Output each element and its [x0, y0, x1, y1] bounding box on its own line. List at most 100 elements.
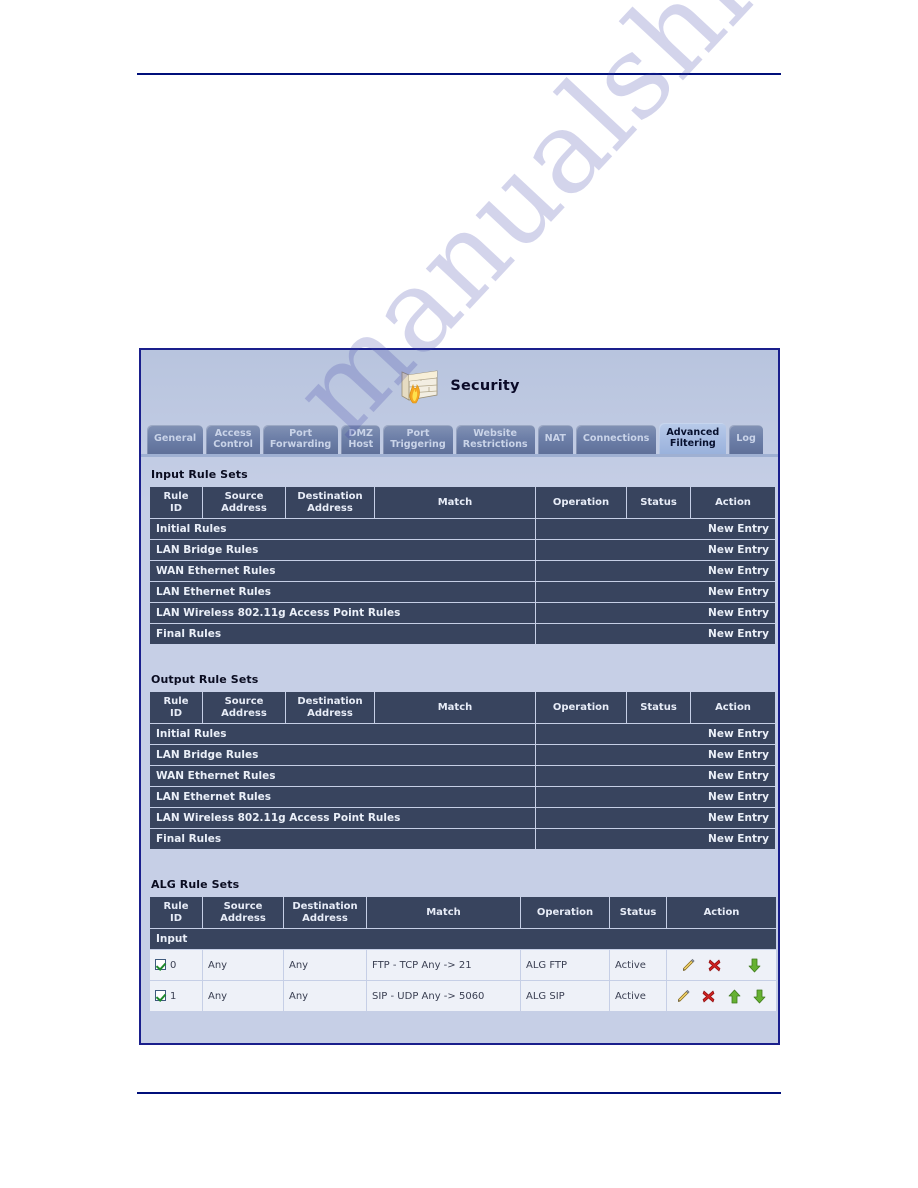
table-row: Initial Rules New Entry: [150, 519, 775, 539]
col-action: Action: [691, 692, 775, 723]
tab-nat-line1: NAT: [544, 433, 566, 445]
col-rule-id-line1: Rule: [163, 491, 189, 502]
new-entry-link[interactable]: New Entry: [536, 766, 775, 786]
rule-id-value: 0: [170, 960, 177, 971]
tab-website-restrictions[interactable]: Website Restrictions: [455, 425, 535, 454]
tab-log[interactable]: Log: [729, 425, 763, 454]
rule-set-label: LAN Wireless 802.11g Access Point Rules: [150, 808, 535, 828]
action-cell: [667, 981, 776, 1011]
new-entry-link[interactable]: New Entry: [536, 561, 775, 581]
tab-connections[interactable]: Connections: [575, 425, 657, 454]
input-rule-sets-title: Input Rule Sets: [151, 468, 248, 481]
edit-icon[interactable]: [675, 988, 692, 1005]
rule-id-cell: 0: [150, 950, 202, 980]
match-cell: SIP - UDP Any -> 5060: [367, 981, 520, 1011]
input-rule-sets-table: Rule ID Source Address Destination Addre…: [149, 486, 776, 645]
tab-connections-line1: Connections: [582, 433, 650, 445]
rule-set-label: Initial Rules: [150, 519, 535, 539]
alg-rule-sets-title: ALG Rule Sets: [151, 878, 240, 891]
rule-set-label: LAN Wireless 802.11g Access Point Rules: [150, 603, 535, 623]
tab-dmz-host-line2: Host: [348, 438, 374, 450]
tab-advanced-filtering-line1: Advanced: [666, 427, 720, 438]
table-row: LAN Wireless 802.11g Access Point Rules …: [150, 808, 775, 828]
move-up-icon[interactable]: [726, 988, 743, 1005]
col-rule-id-line2: ID: [169, 707, 183, 719]
new-entry-link[interactable]: New Entry: [536, 724, 775, 744]
match-cell: FTP - TCP Any -> 21: [367, 950, 520, 980]
move-down-icon[interactable]: [746, 957, 763, 974]
col-status: Status: [627, 487, 690, 518]
col-destination-address: Destination Address: [286, 487, 374, 518]
col-destination-address: Destination Address: [286, 692, 374, 723]
new-entry-link[interactable]: New Entry: [536, 745, 775, 765]
page-title: Security: [450, 378, 520, 394]
table-row: WAN Ethernet Rules New Entry: [150, 766, 775, 786]
col-source-line2: Address: [221, 502, 267, 514]
col-operation: Operation: [536, 487, 626, 518]
col-match: Match: [367, 897, 520, 928]
col-operation: Operation: [536, 692, 626, 723]
table-row: Final Rules New Entry: [150, 624, 775, 644]
col-dest-line1: Destination: [297, 491, 363, 502]
col-source-address: Source Address: [203, 897, 283, 928]
col-rule-id: Rule ID: [150, 692, 202, 723]
destination-address-cell: Any: [284, 950, 366, 980]
tab-dmz-host-line1: DMZ: [348, 428, 373, 439]
col-source-line1: Source: [224, 491, 264, 502]
tab-port-forwarding[interactable]: Port Forwarding: [262, 425, 339, 454]
table-row: WAN Ethernet Rules New Entry: [150, 561, 775, 581]
rule-set-label: LAN Bridge Rules: [150, 540, 535, 560]
input-table-header-row: Rule ID Source Address Destination Addre…: [150, 487, 775, 518]
edit-icon[interactable]: [680, 957, 697, 974]
new-entry-link[interactable]: New Entry: [536, 540, 775, 560]
col-operation: Operation: [521, 897, 609, 928]
output-rule-sets-title: Output Rule Sets: [151, 673, 259, 686]
delete-icon[interactable]: [700, 988, 717, 1005]
new-entry-link[interactable]: New Entry: [536, 624, 775, 644]
rule-checkbox[interactable]: [155, 990, 166, 1001]
col-source-address: Source Address: [203, 487, 285, 518]
tab-advanced-filtering[interactable]: Advanced Filtering: [659, 423, 727, 454]
tab-port-triggering[interactable]: Port Triggering: [383, 425, 453, 454]
tab-log-line1: Log: [736, 433, 756, 445]
operation-cell: ALG FTP: [521, 950, 609, 980]
panel-header: Security: [141, 350, 778, 422]
new-entry-link[interactable]: New Entry: [536, 582, 775, 602]
new-entry-link[interactable]: New Entry: [536, 829, 775, 849]
output-table-header-row: Rule ID Source Address Destination Addre…: [150, 692, 775, 723]
col-dest-line1: Destination: [292, 901, 358, 912]
col-action: Action: [667, 897, 776, 928]
firewall-icon: [399, 367, 441, 405]
tab-general[interactable]: General: [147, 425, 204, 454]
col-status: Status: [627, 692, 690, 723]
col-destination-address: Destination Address: [284, 897, 366, 928]
source-address-cell: Any: [203, 950, 283, 980]
col-match: Match: [375, 692, 535, 723]
rule-set-label: Final Rules: [150, 624, 535, 644]
page-header-rule: [137, 73, 781, 75]
table-row: LAN Bridge Rules New Entry: [150, 745, 775, 765]
tab-port-forwarding-line1: Port: [289, 428, 313, 439]
tab-dmz-host[interactable]: DMZ Host: [341, 425, 381, 454]
move-down-icon[interactable]: [751, 988, 768, 1005]
tab-port-forwarding-line2: Forwarding: [269, 438, 332, 450]
tab-port-triggering-line2: Triggering: [390, 438, 446, 450]
alg-subheader-label: Input: [150, 929, 776, 949]
table-row: Final Rules New Entry: [150, 829, 775, 849]
table-row: LAN Bridge Rules New Entry: [150, 540, 775, 560]
delete-icon[interactable]: [706, 957, 723, 974]
tab-port-triggering-line1: Port: [406, 428, 430, 439]
new-entry-link[interactable]: New Entry: [536, 519, 775, 539]
tab-access-control[interactable]: Access Control: [206, 425, 260, 454]
tab-nat[interactable]: NAT: [537, 425, 573, 454]
rule-id-cell: 1: [150, 981, 202, 1011]
col-rule-id: Rule ID: [150, 487, 202, 518]
new-entry-link[interactable]: New Entry: [536, 603, 775, 623]
rule-checkbox[interactable]: [155, 959, 166, 970]
new-entry-link[interactable]: New Entry: [536, 808, 775, 828]
new-entry-link[interactable]: New Entry: [536, 787, 775, 807]
table-row: LAN Ethernet Rules New Entry: [150, 787, 775, 807]
col-dest-line2: Address: [307, 707, 353, 719]
